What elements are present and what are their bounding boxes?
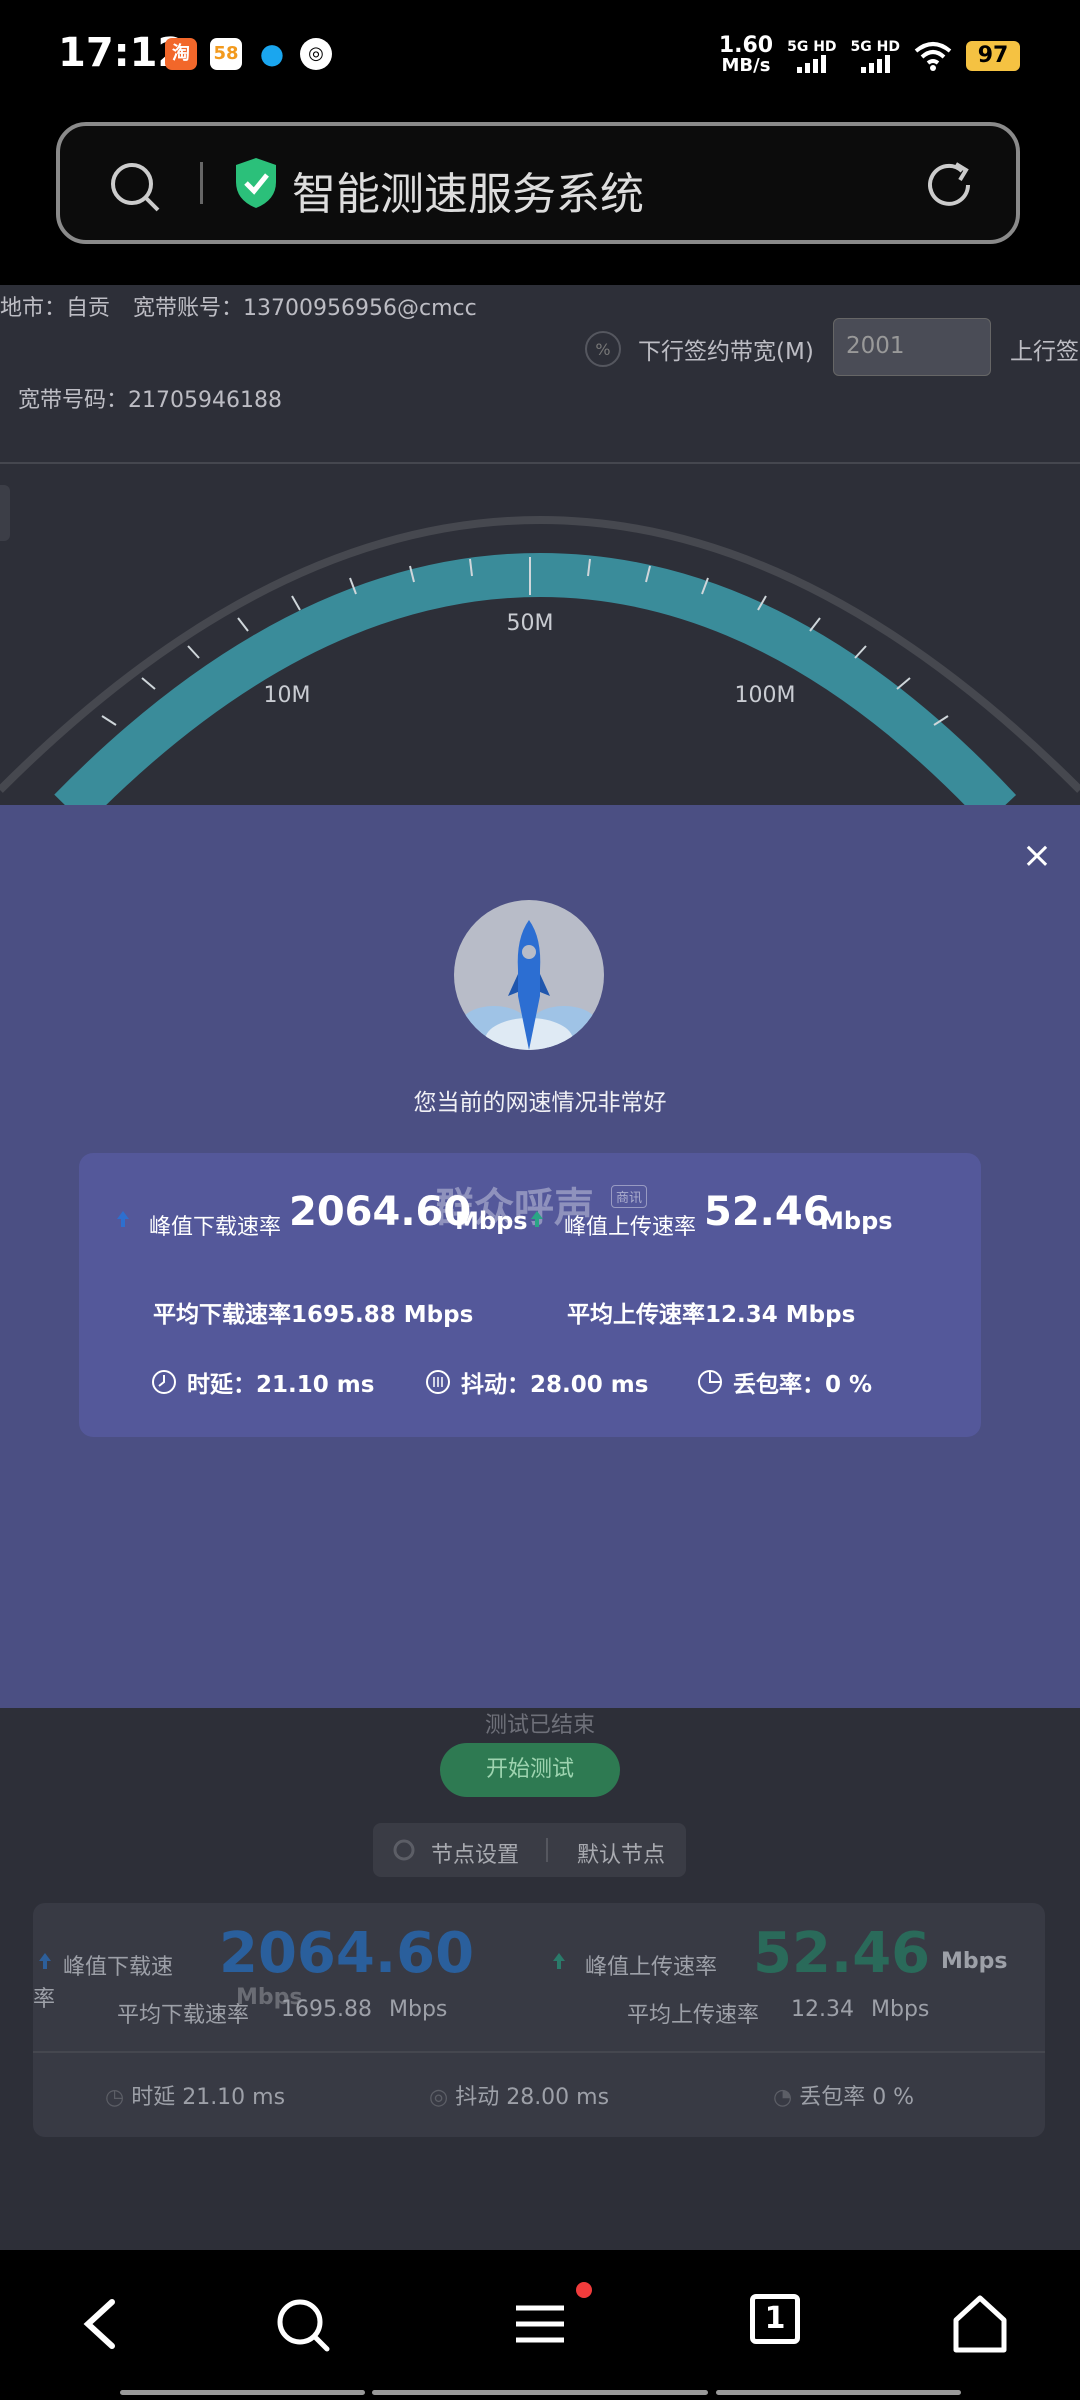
node-divider [546,1838,548,1862]
upload-arrow-icon [531,1211,543,1227]
result-modal: × 您当前的网速情况非常好 群众呼声 商讯 峰值下载速率 2064.60 Mbp… [0,805,1080,1708]
avg-down-text: 平均下载速率1695.88 Mbps [153,1302,474,1328]
wifi-icon [914,42,952,71]
address-bar[interactable]: 智能测速服务系统 [56,122,1020,244]
download-arrow-icon [117,1211,129,1227]
page-title: 智能测速服务系统 [292,169,644,220]
shield-check-icon [236,158,276,208]
latency-icon: ◷ [105,2085,132,2110]
search-icon[interactable] [108,160,162,214]
gauge-label-100m: 100M [735,683,796,708]
peak-down-label: 峰值下载速 [63,1955,174,1980]
node-bar: 节点设置 默认节点 [373,1823,686,1877]
signal-sim2-icon: 5G HD [851,39,900,73]
address-divider [200,162,203,204]
back-icon[interactable] [76,2294,126,2354]
jitter-summary: ◎ 抖动 28.00 ms [429,2085,610,2110]
percent-icon: % [585,331,621,367]
browser-nav-bar: 1 [0,2250,1080,2400]
city-text: 地市：自贡 [0,296,111,321]
status-icons: 1.60 MB/s 5G HD 5G HD 97 [719,32,1020,80]
result-summary-card: 峰值下载速 率 2064.60 Mbps 峰值上传速率 52.46 Mbps 平… [33,1903,1045,2137]
home-icon[interactable] [950,2294,1010,2354]
gesture-indicator [716,2390,961,2395]
start-test-button[interactable]: 开始测试 [440,1743,620,1797]
jitter-icon [426,1370,450,1394]
peak-down-value: 2064.60 [289,1189,472,1235]
default-node-button[interactable]: 默认节点 [577,1837,665,1869]
avg-up-text: 平均上传速率12.34 Mbps [567,1302,856,1328]
up-bandwidth-label: 上行签 [1010,339,1079,365]
rocket-icon [454,900,604,1050]
peak-up-label: 峰值上传速率 [585,1955,718,1980]
down-bandwidth-input[interactable]: 2001 [833,318,991,376]
avg-up-unit: Mbps [871,1997,930,2022]
menu-icon[interactable] [510,2294,570,2354]
qq-icon: ● [259,37,285,70]
result-card: 群众呼声 商讯 峰值下载速率 2064.60 Mbps 峰值上传速率 52.46… [79,1153,981,1437]
speed-gauge: 10M 50M 100M [0,515,1080,810]
account-text: 宽带账号：13700956956@cmcc [133,296,477,321]
clock-icon [152,1370,176,1394]
download-arrow-icon [39,1953,51,1969]
peak-up-value: 52.46 [704,1189,831,1235]
svg-text:%: % [595,340,610,359]
peak-up-value: 52.46 [753,1921,931,1986]
jitter-metric: 抖动：28.00 ms [425,1365,648,1399]
gauge-label-10m: 10M [264,683,311,708]
avg-up-value: 12.34 [791,1997,854,2022]
loss-icon: ◔ [773,2085,800,2110]
loss-summary: ◔ 丢包率 0 % [773,2085,915,2110]
card-divider [33,2051,1045,2053]
upload-arrow-icon [553,1953,565,1969]
peak-up-label: 峰值上传速率 [564,1215,697,1240]
latency-summary: ◷ 时延 21.10 ms [105,2085,286,2110]
avg-down-value: 1695.88 [281,1997,372,2022]
peak-down-label-wrap: 率 [33,1987,56,2012]
watermark-badge: 商讯 [611,1185,648,1208]
peak-up-unit: Mbps [941,1949,1008,1974]
avg-down-label: 平均下载速率 [117,2003,250,2028]
node-settings-icon [393,1839,415,1861]
gesture-indicator [120,2390,365,2395]
speed-status-message: 您当前的网速情况非常好 [413,1090,667,1116]
avg-down-unit: Mbps [389,1997,448,2022]
node-settings-button[interactable]: 节点设置 [431,1837,519,1869]
peak-down-unit: Mbps [455,1207,528,1235]
58-icon: 58 [210,38,242,70]
broadband-number-text: 宽带号码：21705946188 [18,388,282,413]
battery-icon: 97 [966,41,1020,71]
packet-loss-metric: 丢包率：0 % [697,1365,872,1399]
gesture-indicator [372,2390,708,2395]
menu-notification-dot [576,2282,592,2298]
taobao-icon: 淘 [165,38,197,70]
pie-icon [698,1370,722,1394]
signal-sim1-icon: 5G HD [787,39,837,73]
tabs-icon[interactable]: 1 [750,2294,800,2344]
peak-up-unit: Mbps [820,1207,893,1235]
close-icon[interactable]: × [1022,835,1052,876]
latency-metric: 时延：21.10 ms [151,1365,374,1399]
peak-down-label: 峰值下载速率 [149,1215,282,1240]
section-divider [0,462,1080,464]
down-bandwidth-label: 下行签约带宽(M) [638,339,814,365]
camera-app-icon: ◎ [300,38,332,70]
avg-up-label: 平均上传速率 [627,2003,760,2028]
jitter-icon: ◎ [429,2085,456,2110]
gauge-label-50m: 50M [507,611,554,636]
reload-icon[interactable] [922,158,976,212]
test-finished-text: 测试已结束 [484,1713,595,1738]
network-speed: 1.60 MB/s [718,33,774,76]
search-icon[interactable] [272,2294,332,2354]
peak-down-value: 2064.60 [219,1921,475,1986]
status-bar: 17:12 淘 58 ● ◎ 1.60 MB/s 5G HD 5G HD 97 [0,0,1080,115]
